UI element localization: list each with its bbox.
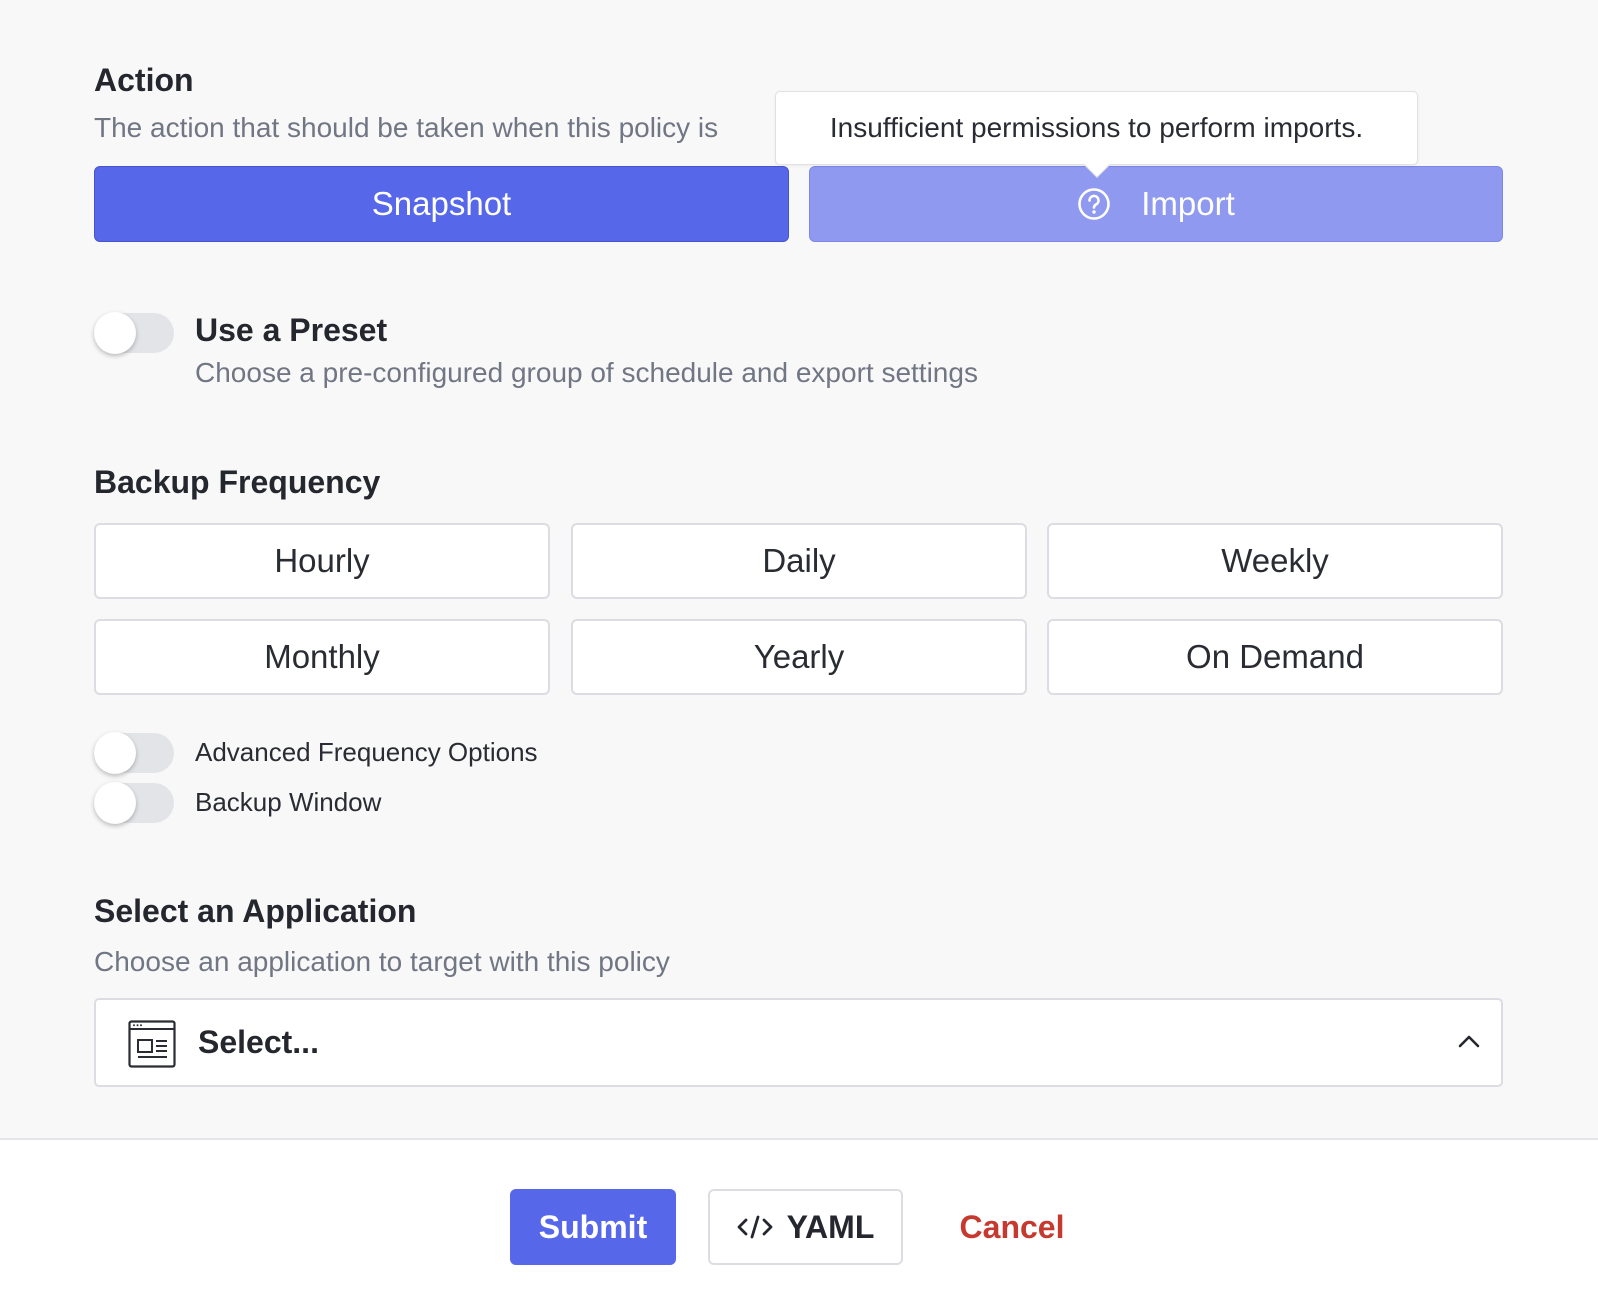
preset-toggle[interactable] <box>94 312 174 354</box>
preset-description: Choose a pre-configured group of schedul… <box>195 357 978 388</box>
frequency-on-demand-button[interactable]: On Demand <box>1047 619 1503 695</box>
import-button[interactable]: Import <box>809 166 1503 242</box>
yaml-button[interactable]: YAML <box>708 1189 903 1265</box>
frequency-daily-button[interactable]: Daily <box>571 523 1027 599</box>
backup-window-label: Backup Window <box>195 787 382 817</box>
frequency-hourly-button[interactable]: Hourly <box>94 523 550 599</box>
action-description: The action that should be taken when thi… <box>94 112 719 143</box>
frequency-title: Backup Frequency <box>94 464 381 500</box>
chevron-up-icon <box>1458 1034 1480 1053</box>
cancel-label: Cancel <box>959 1208 1065 1245</box>
import-permission-tooltip: Insufficient permissions to perform impo… <box>775 91 1418 165</box>
application-title: Select an Application <box>94 893 417 929</box>
submit-button[interactable]: Submit <box>510 1189 676 1265</box>
frequency-option-label: Daily <box>762 542 836 579</box>
application-description: Choose an application to target with thi… <box>94 946 670 977</box>
action-title: Action <box>94 62 194 98</box>
select-placeholder: Select... <box>198 1024 319 1060</box>
frequency-option-label: Weekly <box>1221 542 1329 579</box>
frequency-yearly-button[interactable]: Yearly <box>571 619 1027 695</box>
frequency-option-label: Monthly <box>264 638 380 675</box>
application-select[interactable]: Select... <box>94 998 1503 1087</box>
application-window-icon <box>128 1020 176 1073</box>
snapshot-label: Snapshot <box>371 185 512 222</box>
backup-window-toggle[interactable] <box>94 782 174 824</box>
frequency-weekly-button[interactable]: Weekly <box>1047 523 1503 599</box>
frequency-option-label: On Demand <box>1186 638 1364 675</box>
import-label: Import <box>1141 185 1235 222</box>
yaml-label: YAML <box>786 1208 875 1245</box>
advanced-frequency-label: Advanced Frequency Options <box>195 737 538 767</box>
frequency-option-label: Hourly <box>274 542 370 579</box>
tooltip-text: Insufficient permissions to perform impo… <box>829 112 1364 143</box>
cancel-button[interactable]: Cancel <box>955 1189 1069 1265</box>
code-icon <box>737 1214 773 1240</box>
frequency-option-label: Yearly <box>753 638 845 675</box>
advanced-frequency-toggle[interactable] <box>94 732 174 774</box>
preset-title: Use a Preset <box>195 312 388 348</box>
submit-label: Submit <box>538 1208 648 1245</box>
snapshot-button[interactable]: Snapshot <box>94 166 789 242</box>
frequency-monthly-button[interactable]: Monthly <box>94 619 550 695</box>
question-circle-icon <box>1077 187 1111 221</box>
